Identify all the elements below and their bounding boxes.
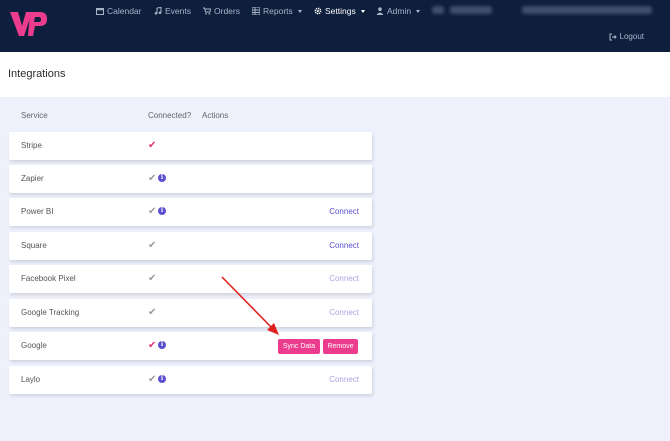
integration-row-zapier: Zapier ✔ i xyxy=(9,165,372,193)
admin-icon xyxy=(376,7,384,15)
nav-settings-label: Settings xyxy=(325,6,356,16)
connect-link[interactable]: Connect xyxy=(329,198,359,226)
integration-row-laylo: Laylo ✔ i Connect xyxy=(9,366,372,394)
cart-icon xyxy=(203,7,211,15)
check-icon: ✔ xyxy=(148,140,157,151)
nav-events[interactable]: Events xyxy=(154,4,191,18)
chevron-down-icon xyxy=(416,9,421,13)
connect-link[interactable]: Connect xyxy=(329,299,359,327)
info-icon[interactable]: i xyxy=(158,341,166,349)
integration-row-facebook-pixel: Facebook Pixel ✔ Connect xyxy=(9,265,372,293)
service-name: Google Tracking xyxy=(21,308,80,317)
check-icon: ✔ xyxy=(148,307,157,318)
service-name: Zapier xyxy=(21,174,44,183)
column-header-connected: Connected? xyxy=(148,111,192,120)
info-icon[interactable]: i xyxy=(158,207,166,215)
check-icon: ✔ xyxy=(148,173,157,184)
nav-calendar-label: Calendar xyxy=(107,6,142,16)
column-header-actions: Actions xyxy=(202,111,229,120)
check-icon: ✔ xyxy=(148,240,157,251)
gear-icon xyxy=(314,7,322,15)
integration-row-square: Square ✔ Connect xyxy=(9,232,372,260)
check-icon: ✔ xyxy=(148,206,157,217)
integration-row-google: Google ✔ i Sync Data Remove xyxy=(9,332,372,360)
connect-link[interactable]: Connect xyxy=(329,366,359,394)
redacted-user xyxy=(522,6,652,14)
nav-events-label: Events xyxy=(165,6,191,16)
nav-admin-label: Admin xyxy=(387,6,412,16)
check-icon: ✔ xyxy=(148,340,157,351)
redacted-icon xyxy=(432,6,444,14)
info-icon[interactable]: i xyxy=(158,174,166,182)
nav-settings[interactable]: Settings xyxy=(314,4,365,18)
sync-data-button[interactable]: Sync Data xyxy=(278,339,320,354)
info-icon[interactable]: i xyxy=(158,375,166,383)
nav-orders[interactable]: Orders xyxy=(203,4,240,18)
connect-link[interactable]: Connect xyxy=(329,265,359,293)
calendar-icon xyxy=(96,8,104,15)
music-icon xyxy=(154,7,162,15)
logout-icon xyxy=(609,33,617,40)
chevron-down-icon xyxy=(360,9,365,13)
service-name: Google xyxy=(21,341,47,350)
integration-row-stripe: Stripe ✔ xyxy=(9,132,372,160)
nav-calendar[interactable]: Calendar xyxy=(96,4,142,18)
vp-logo-icon[interactable] xyxy=(8,10,48,38)
service-name: Laylo xyxy=(21,375,41,384)
service-name: Square xyxy=(21,241,47,250)
redacted-text xyxy=(450,6,492,14)
nav-admin[interactable]: Admin xyxy=(376,4,421,18)
service-name: Power BI xyxy=(21,207,54,216)
nav-orders-label: Orders xyxy=(214,6,240,16)
check-icon: ✔ xyxy=(148,273,157,284)
page-header xyxy=(0,52,670,97)
grid-icon xyxy=(252,7,260,15)
nav-reports-label: Reports xyxy=(263,6,293,16)
column-header-service: Service xyxy=(21,111,48,120)
chevron-down-icon xyxy=(297,9,302,13)
service-name: Stripe xyxy=(21,141,42,150)
connect-link[interactable]: Connect xyxy=(329,232,359,260)
integration-row-power-bi: Power BI ✔ i Connect xyxy=(9,198,372,226)
remove-button[interactable]: Remove xyxy=(323,339,358,354)
service-name: Facebook Pixel xyxy=(21,274,76,283)
check-icon: ✔ xyxy=(148,374,157,385)
top-navbar: Calendar Events Orders Reports Settings … xyxy=(0,0,670,52)
logout-label: Logout xyxy=(619,32,644,41)
nav-reports[interactable]: Reports xyxy=(252,4,302,18)
logout-link[interactable]: Logout xyxy=(609,32,644,41)
page-title: Integrations xyxy=(8,68,66,80)
integration-row-google-tracking: Google Tracking ✔ Connect xyxy=(9,299,372,327)
